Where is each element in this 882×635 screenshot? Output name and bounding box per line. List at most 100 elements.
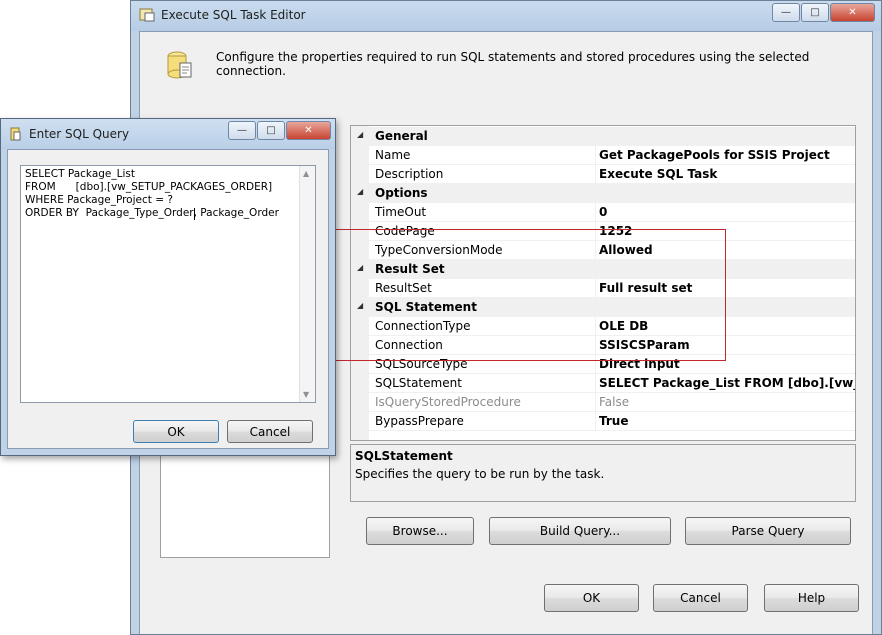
query-line-3: WHERE Package_Project = ?	[25, 194, 173, 206]
minimize-button[interactable]: —	[772, 3, 800, 22]
column-divider	[595, 165, 596, 184]
column-divider	[595, 241, 596, 260]
property-value[interactable]: False	[599, 395, 855, 409]
property-value[interactable]: SELECT Package_List FROM [dbo].[vw_SETUP…	[599, 376, 855, 390]
column-divider	[595, 393, 596, 412]
sql-query-textarea[interactable]: SELECT Package_List FROM [dbo].[vw_SETUP…	[20, 165, 316, 403]
property-value[interactable]: SSISCSParam	[599, 338, 855, 352]
dialog-ok-button[interactable]: OK	[133, 420, 219, 443]
close-icon: ✕	[304, 125, 313, 136]
property-name: SQLStatement	[375, 376, 462, 390]
property-row[interactable]: Connection SSISCSParam	[351, 336, 855, 355]
property-row[interactable]: CodePage 1252	[351, 222, 855, 241]
property-row[interactable]: SQLSourceType Direct input	[351, 355, 855, 374]
close-button[interactable]: ✕	[830, 3, 875, 22]
property-value[interactable]: Full result set	[599, 281, 855, 295]
property-value[interactable]: Allowed	[599, 243, 855, 257]
column-divider	[595, 355, 596, 374]
query-icon	[10, 127, 21, 141]
build-query-button[interactable]: Build Query...	[489, 517, 671, 545]
cancel-button[interactable]: Cancel	[653, 584, 748, 612]
parse-query-button[interactable]: Parse Query	[685, 517, 851, 545]
column-divider	[595, 203, 596, 222]
dialog-maximize-button[interactable]: □	[257, 121, 285, 140]
row-divider	[369, 430, 855, 431]
property-value[interactable]: 1252	[599, 224, 855, 238]
column-divider	[595, 279, 596, 298]
description-text: Specifies the query to be run by the tas…	[355, 467, 605, 481]
column-divider	[595, 317, 596, 336]
query-scrollbar[interactable]: ▲ ▼	[299, 166, 315, 402]
property-name: Connection	[375, 338, 443, 352]
category-label: General	[375, 129, 428, 143]
maximize-icon: □	[810, 7, 820, 18]
text-caret	[194, 208, 195, 220]
browse-button[interactable]: Browse...	[366, 517, 474, 545]
dialog-title-bar[interactable]: Enter SQL Query — □ ✕	[1, 119, 335, 149]
description-panel: SQLStatement Specifies the query to be r…	[350, 444, 856, 502]
collapse-icon[interactable]: ◢	[357, 187, 363, 196]
scroll-down-icon[interactable]: ▼	[303, 390, 309, 399]
query-line-1: SELECT Package_List	[25, 168, 135, 180]
property-row[interactable]: SQLStatement SELECT Package_List FROM [db…	[351, 374, 855, 393]
property-name: SQLSourceType	[375, 357, 468, 371]
property-name: ConnectionType	[375, 319, 471, 333]
property-row[interactable]: Name Get PackagePools for SSIS Project	[351, 146, 855, 165]
category-row[interactable]: ◢ Result Set	[351, 260, 855, 279]
sql-task-icon	[167, 51, 192, 79]
category-row[interactable]: ◢ General	[351, 127, 855, 146]
maximize-button[interactable]: □	[801, 3, 829, 22]
column-divider	[595, 222, 596, 241]
category-row[interactable]: ◢ Options	[351, 184, 855, 203]
property-name: TypeConversionMode	[375, 243, 503, 257]
description-title: SQLStatement	[355, 449, 453, 463]
dialog-minimize-button[interactable]: —	[228, 121, 256, 140]
column-divider	[595, 336, 596, 355]
scroll-up-icon[interactable]: ▲	[303, 169, 309, 178]
dialog-client-area: SELECT Package_List FROM [dbo].[vw_SETUP…	[7, 149, 329, 449]
property-grid[interactable]: ◢ General Name Get PackagePools for SSIS Pr…	[350, 125, 856, 441]
ok-button[interactable]: OK	[544, 584, 639, 612]
property-name: BypassPrepare	[375, 414, 464, 428]
title-bar[interactable]: Execute SQL Task Editor — □ ✕	[131, 1, 881, 31]
maximize-icon: □	[266, 125, 276, 136]
collapse-icon[interactable]: ◢	[357, 130, 363, 139]
property-row[interactable]: BypassPrepare True	[351, 412, 855, 431]
column-divider	[595, 146, 596, 165]
property-row[interactable]: ResultSet Full result set	[351, 279, 855, 298]
category-row[interactable]: ◢ SQL Statement	[351, 298, 855, 317]
header-description: Configure the properties required to run…	[216, 50, 810, 78]
query-line-4: ORDER BY Package_Type_Order, Package_Ord…	[25, 207, 279, 219]
property-name: IsQueryStoredProcedure	[375, 395, 521, 409]
dialog-close-button[interactable]: ✕	[286, 121, 331, 140]
close-icon: ✕	[848, 7, 857, 18]
category-label: SQL Statement	[375, 300, 477, 314]
property-row[interactable]: TypeConversionMode Allowed	[351, 241, 855, 260]
property-row[interactable]: IsQueryStoredProcedure False	[351, 393, 855, 412]
help-button[interactable]: Help	[764, 584, 859, 612]
property-value[interactable]: Direct input	[599, 357, 855, 371]
minimize-icon: —	[781, 7, 791, 18]
property-row[interactable]: ConnectionType OLE DB	[351, 317, 855, 336]
query-line-2: FROM [dbo].[vw_SETUP_PACKAGES_ORDER]	[25, 181, 273, 193]
column-divider	[595, 412, 596, 431]
property-name: CodePage	[375, 224, 435, 238]
property-name: Name	[375, 148, 411, 162]
property-name: Description	[375, 167, 444, 181]
property-row[interactable]: TimeOut 0	[351, 203, 855, 222]
collapse-icon[interactable]: ◢	[357, 301, 363, 310]
task-editor-icon	[139, 8, 155, 22]
property-value[interactable]: Execute SQL Task	[599, 167, 855, 181]
property-name: ResultSet	[375, 281, 432, 295]
property-value[interactable]: True	[599, 414, 855, 428]
property-value[interactable]: OLE DB	[599, 319, 855, 333]
property-value[interactable]: 0	[599, 205, 855, 219]
column-divider	[595, 374, 596, 393]
property-value[interactable]: Get PackagePools for SSIS Project	[599, 148, 855, 162]
property-name: TimeOut	[375, 205, 427, 219]
property-row[interactable]: Description Execute SQL Task	[351, 165, 855, 184]
dialog-cancel-button[interactable]: Cancel	[227, 420, 313, 443]
window-title: Execute SQL Task Editor	[161, 8, 306, 22]
category-label: Result Set	[375, 262, 445, 276]
collapse-icon[interactable]: ◢	[357, 263, 363, 272]
